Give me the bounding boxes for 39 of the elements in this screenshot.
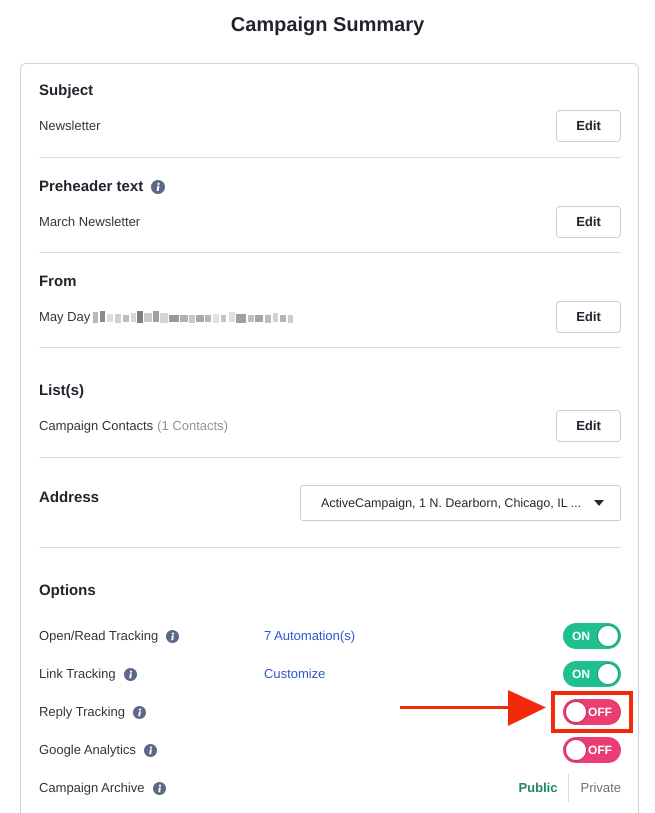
info-icon[interactable] bbox=[132, 706, 146, 718]
options-heading: Options bbox=[39, 581, 97, 601]
edit-button[interactable]: Edit bbox=[556, 110, 621, 142]
field-value: Campaign Contacts bbox=[39, 417, 154, 436]
archive-choice[interactable]: Private bbox=[568, 774, 621, 802]
info-icon[interactable] bbox=[124, 668, 137, 680]
section-heading: Subject bbox=[39, 81, 94, 101]
option-label: Link Tracking bbox=[39, 665, 116, 684]
edit-button[interactable]: Edit bbox=[556, 206, 621, 238]
toggle-thumb-icon bbox=[565, 739, 587, 761]
toggle-thumb-icon bbox=[597, 663, 619, 685]
info-icon[interactable] bbox=[152, 782, 166, 794]
archive-choice[interactable]: Public bbox=[518, 774, 568, 802]
option-label: Google Analytics bbox=[39, 741, 136, 760]
info-icon[interactable] bbox=[166, 630, 180, 642]
section-heading: Preheader text bbox=[39, 177, 144, 197]
field-value: March Newsletter bbox=[39, 213, 140, 232]
section-heading: List(s) bbox=[39, 381, 84, 401]
section-heading: From bbox=[39, 272, 76, 292]
option-link[interactable]: Customize bbox=[264, 666, 326, 681]
option-label: Campaign Archive bbox=[39, 779, 144, 798]
edit-button[interactable]: Edit bbox=[556, 301, 621, 333]
address-dropdown[interactable]: ActiveCampaign, 1 N. Dearborn, Chicago, IL ... bbox=[300, 485, 621, 521]
option-label: Open/Read Tracking bbox=[39, 627, 158, 646]
contact-count: (1 Contacts) bbox=[157, 417, 228, 436]
toggle-thumb-icon bbox=[565, 701, 587, 723]
info-icon[interactable] bbox=[144, 744, 157, 756]
field-value: Newsletter bbox=[39, 117, 100, 136]
info-icon[interactable] bbox=[151, 180, 166, 194]
section-heading: Address bbox=[39, 488, 100, 508]
toggle-switch[interactable]: OFF bbox=[563, 699, 621, 725]
page-title: Campaign Summary bbox=[230, 13, 424, 38]
edit-button[interactable]: Edit bbox=[556, 410, 621, 442]
option-link[interactable]: 7 Automation(s) bbox=[264, 628, 356, 643]
toggle-thumb-icon bbox=[597, 625, 619, 647]
caret-down-icon bbox=[594, 500, 604, 506]
toggle-switch[interactable]: OFF bbox=[563, 737, 621, 763]
field-value: May Day bbox=[39, 308, 90, 326]
option-label: Reply Tracking bbox=[39, 703, 125, 722]
